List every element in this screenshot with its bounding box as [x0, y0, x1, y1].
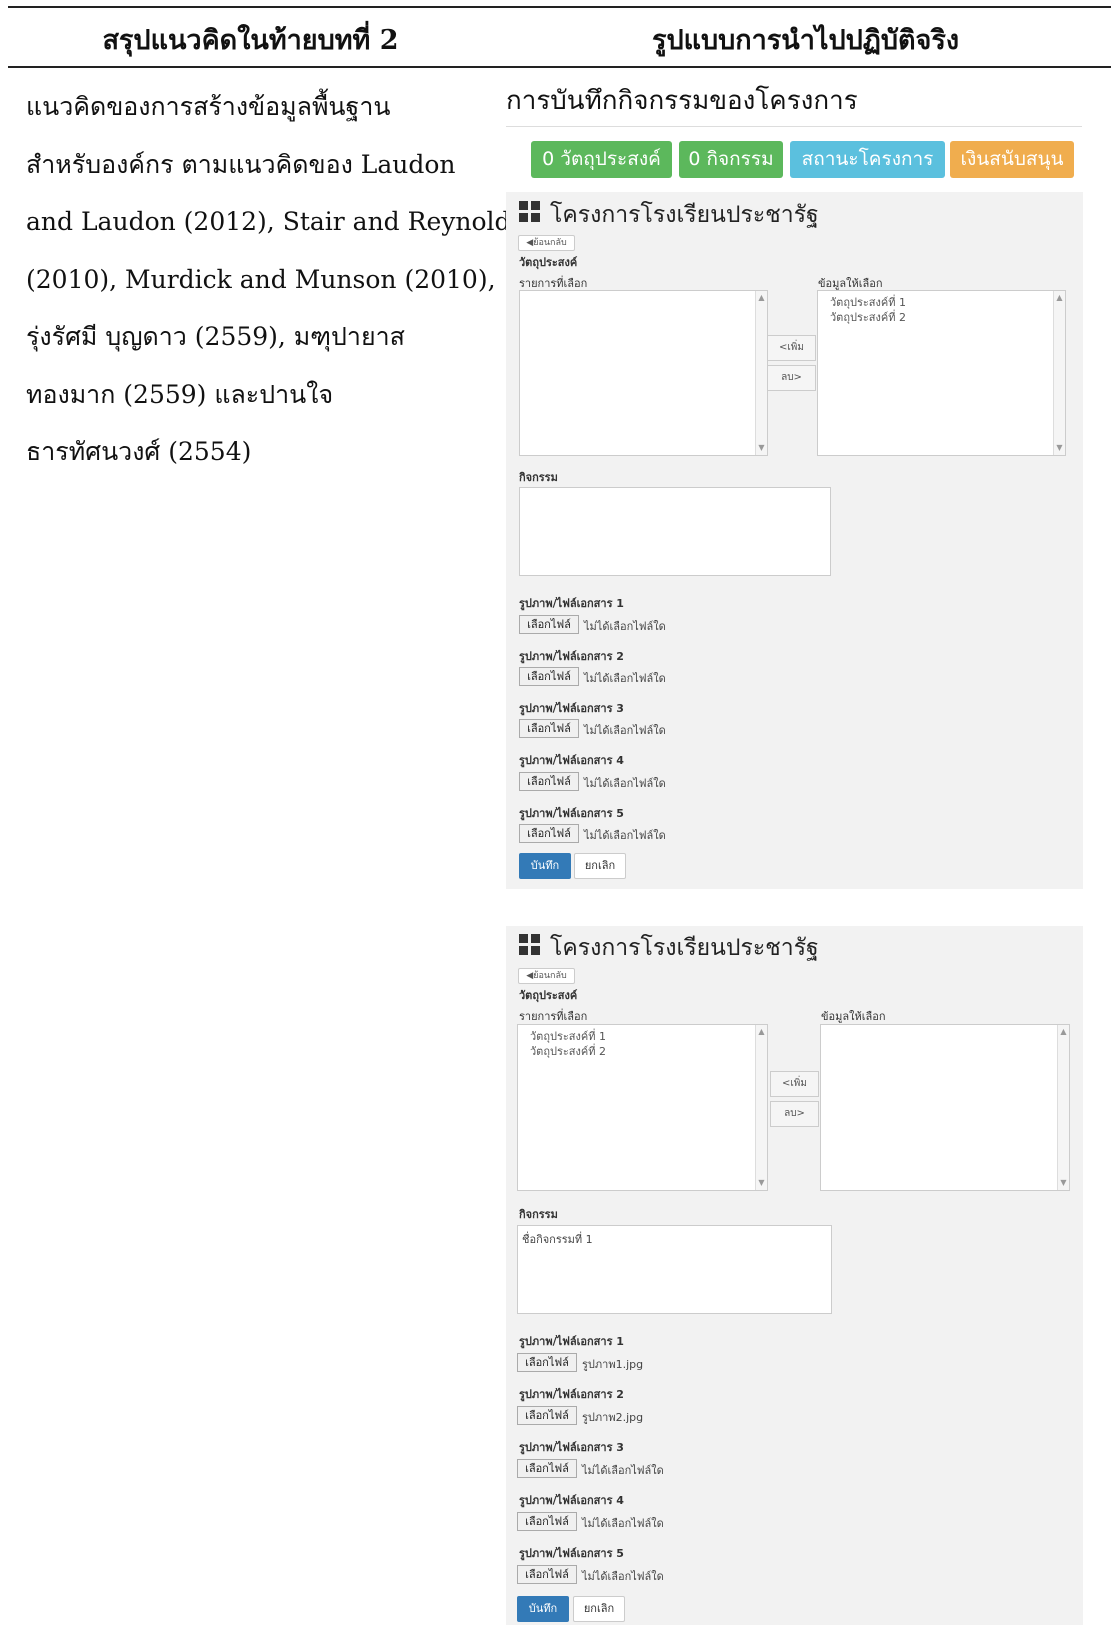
list-item[interactable]: วัตถุประสงค์ที่ 1 [530, 1029, 755, 1044]
choose-file-button[interactable]: เลือกไฟล์ [517, 1459, 577, 1478]
project-form-panel-filled: โครงการโรงเรียนประชารัฐ ◀ย้อนกลับ วัตถุป… [506, 926, 1083, 1625]
objective-options-list[interactable]: วัตถุประสงค์ที่ 1 วัตถุประสงค์ที่ 2 [817, 290, 1066, 456]
chevron-down-icon: ▼ [1056, 443, 1063, 452]
choose-file-button[interactable]: เลือกไฟล์ [519, 824, 579, 843]
activity-label: กิจกรรม [519, 1208, 558, 1221]
cancel-button[interactable]: ยกเลิก [573, 1596, 625, 1622]
save-button[interactable]: บันทึก [517, 1596, 569, 1622]
concept-line: (2010), Murdick and Munson (2010), [26, 264, 496, 294]
file-label: รูปภาพ/ไฟล์เอกสาร 3 [519, 702, 624, 715]
panel-title: โครงการโรงเรียนประชารัฐ [550, 935, 819, 961]
file-status: รูปภาพ1.jpg [582, 1358, 644, 1371]
choose-file-button[interactable]: เลือกไฟล์ [517, 1353, 577, 1372]
concept-line: ธารทัศนวงศ์ (2554) [26, 437, 252, 466]
choose-file-button[interactable]: เลือกไฟล์ [517, 1406, 577, 1425]
file-status: ไม่ได้เลือกไฟล์ใด [584, 777, 666, 790]
chevron-up-icon: ▲ [1056, 293, 1063, 302]
file-label: รูปภาพ/ไฟล์เอกสาร 4 [519, 754, 624, 767]
file-label: รูปภาพ/ไฟล์เอกสาร 5 [519, 807, 624, 820]
file-label: รูปภาพ/ไฟล์เอกสาร 2 [519, 650, 624, 663]
file-label: รูปภาพ/ไฟล์เอกสาร 1 [519, 1335, 624, 1348]
objective-label: วัตถุประสงค์ [519, 256, 578, 269]
options-list-label: ข้อมูลให้เลือก [821, 1010, 886, 1023]
list-item[interactable]: วัตถุประสงค์ที่ 2 [530, 1044, 755, 1059]
chevron-down-icon: ▼ [1060, 1178, 1067, 1187]
file-label: รูปภาพ/ไฟล์เอกสาร 4 [519, 1494, 624, 1507]
choose-file-button[interactable]: เลือกไฟล์ [519, 719, 579, 738]
table-top-rule [8, 6, 1111, 8]
back-button[interactable]: ◀ย้อนกลับ [518, 968, 575, 984]
tab-project-status[interactable]: สถานะโครงการ [790, 141, 945, 178]
file-label: รูปภาพ/ไฟล์เอกสาร 2 [519, 1388, 624, 1401]
scrollbar[interactable]: ▲ ▼ [755, 1025, 767, 1190]
concept-line: สำหรับองค์กร ตามแนวคิดของ Laudon [26, 149, 456, 179]
file-status: ไม่ได้เลือกไฟล์ใด [584, 724, 666, 737]
project-form-panel-empty: โครงการโรงเรียนประชารัฐ ◀ย้อนกลับ วัตถุป… [506, 192, 1083, 889]
scrollbar[interactable]: ▲ ▼ [755, 291, 767, 455]
add-button[interactable]: <เพิ่ม [770, 1071, 819, 1097]
add-button[interactable]: <เพิ่ม [767, 335, 816, 361]
grid-icon [519, 934, 540, 955]
objective-options-list[interactable] [820, 1024, 1070, 1191]
remove-button[interactable]: ลบ> [770, 1101, 819, 1127]
file-status: ไม่ได้เลือกไฟล์ใด [582, 1517, 664, 1530]
list-item[interactable]: วัตถุประสงค์ที่ 2 [830, 310, 1053, 325]
grid-icon [519, 201, 540, 222]
concept-text: แนวคิดของการสร้างข้อมูลพื้นฐาน สำหรับองค… [26, 78, 524, 481]
activity-textarea[interactable] [519, 487, 831, 576]
selected-objectives-list[interactable] [519, 290, 768, 456]
concept-line: รุ่งรัศมี บุญดาว (2559), มฑุปายาส [26, 322, 405, 351]
table-header-rule [8, 66, 1111, 68]
divider [506, 126, 1082, 127]
choose-file-button[interactable]: เลือกไฟล์ [519, 772, 579, 791]
scrollbar[interactable]: ▲ ▼ [1053, 291, 1065, 455]
file-label: รูปภาพ/ไฟล์เอกสาร 3 [519, 1441, 624, 1454]
file-status: ไม่ได้เลือกไฟล์ใด [584, 829, 666, 842]
choose-file-button[interactable]: เลือกไฟล์ [519, 667, 579, 686]
column-header-implementation: รูปแบบการนำไปปฏิบัติจริง [651, 25, 960, 56]
concept-line: and Laudon (2012), Stair and Reynolds [26, 207, 524, 236]
chevron-up-icon: ▲ [1060, 1027, 1067, 1036]
cancel-button[interactable]: ยกเลิก [574, 853, 626, 879]
scrollbar[interactable]: ▲ ▼ [1057, 1025, 1069, 1190]
save-button[interactable]: บันทึก [519, 853, 571, 879]
list-item[interactable]: วัตถุประสงค์ที่ 1 [830, 295, 1053, 310]
panel-title: โครงการโรงเรียนประชารัฐ [550, 202, 819, 228]
column-header-summary: สรุปแนวคิดในท้ายบทที่ 2 [102, 25, 399, 56]
remove-button[interactable]: ลบ> [767, 365, 816, 391]
record-title: การบันทึกกิจกรรมของโครงการ [506, 86, 858, 116]
tab-objectives[interactable]: 0 วัตถุประสงค์ [531, 141, 672, 178]
file-status: รูปภาพ2.jpg [582, 1411, 644, 1424]
file-status: ไม่ได้เลือกไฟล์ใด [582, 1464, 664, 1477]
activity-label: กิจกรรม [519, 471, 558, 484]
chevron-up-icon: ▲ [758, 1027, 765, 1036]
concept-line: ทองมาก (2559) และปานใจ [26, 379, 334, 409]
concept-line: แนวคิดของการสร้างข้อมูลพื้นฐาน [26, 92, 391, 121]
chevron-up-icon: ▲ [758, 293, 765, 302]
activity-textarea[interactable]: ชื่อกิจกรรมที่ 1 [517, 1225, 832, 1314]
chevron-down-icon: ▼ [758, 443, 765, 452]
file-status: ไม่ได้เลือกไฟล์ใด [584, 672, 666, 685]
objective-label: วัตถุประสงค์ [519, 989, 578, 1002]
tab-funding[interactable]: เงินสนับสนุน [950, 141, 1074, 178]
file-label: รูปภาพ/ไฟล์เอกสาร 5 [519, 1547, 624, 1560]
selected-objectives-list[interactable]: วัตถุประสงค์ที่ 1 วัตถุประสงค์ที่ 2 [517, 1024, 768, 1191]
choose-file-button[interactable]: เลือกไฟล์ [517, 1512, 577, 1531]
tab-activities[interactable]: 0 กิจกรรม [679, 141, 783, 178]
file-status: ไม่ได้เลือกไฟล์ใด [584, 620, 666, 633]
file-status: ไม่ได้เลือกไฟล์ใด [582, 1570, 664, 1583]
choose-file-button[interactable]: เลือกไฟล์ [517, 1565, 577, 1584]
file-label: รูปภาพ/ไฟล์เอกสาร 1 [519, 597, 624, 610]
selected-list-label: รายการที่เลือก [519, 1010, 588, 1023]
chevron-down-icon: ▼ [758, 1178, 765, 1187]
choose-file-button[interactable]: เลือกไฟล์ [519, 615, 579, 634]
back-button[interactable]: ◀ย้อนกลับ [518, 235, 575, 251]
